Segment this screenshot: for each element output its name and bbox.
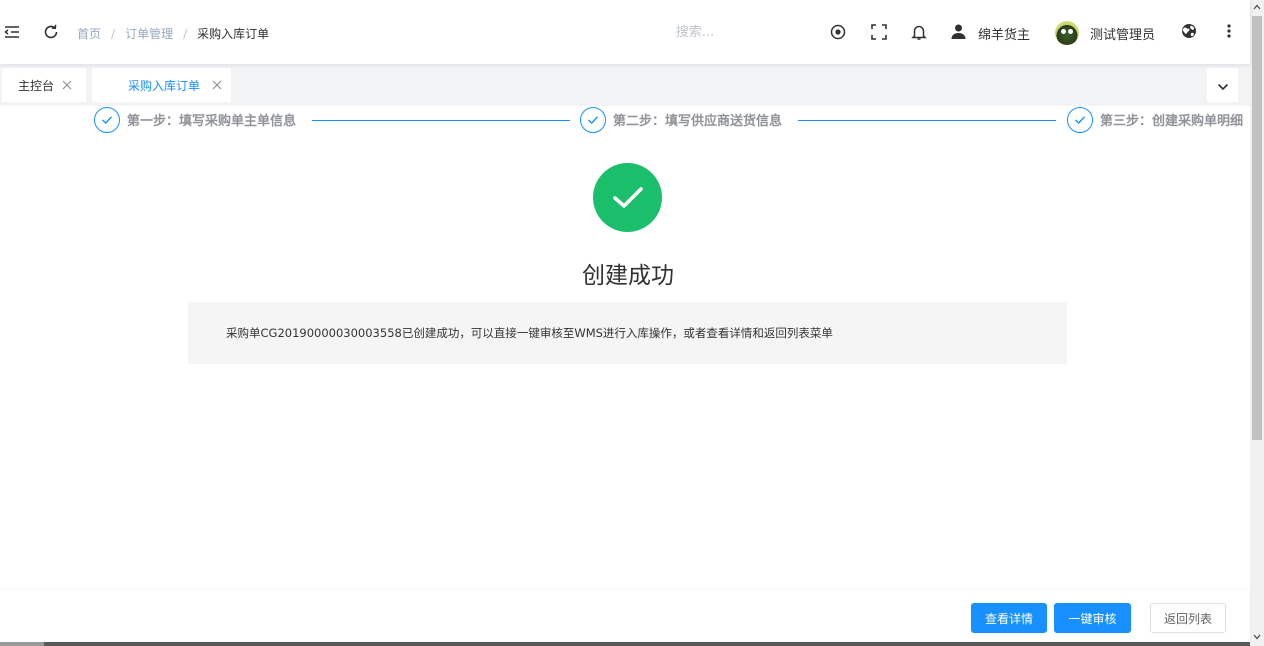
step-1-title: 第一步：填写采购单主单信息	[127, 114, 297, 129]
breadcrumb: 首页 / 订单管理 / 采购入库订单	[77, 25, 269, 42]
chevron-up-icon[interactable]	[1250, 0, 1264, 14]
result-message-box: 采购单CG2019000003000355​8已创建成功，可以直接一键审核至WM…	[188, 302, 1067, 364]
menu-fold-icon[interactable]	[4, 24, 20, 40]
more-vertical-icon[interactable]	[1222, 22, 1236, 40]
breadcrumb-current: 采购入库订单	[197, 27, 270, 41]
chevron-down-icon	[1217, 76, 1229, 95]
breadcrumb-home[interactable]: 首页	[77, 25, 101, 42]
result-message: 采购单CG2019000003000355​8已创建成功，可以直接一键审核至WM…	[226, 326, 833, 340]
breadcrumb-order-management[interactable]: 订单管理	[125, 25, 173, 42]
tab-purchase-order[interactable]: 采购入库订单	[92, 68, 231, 102]
result-title: 创建成功	[582, 263, 674, 289]
step-connector	[798, 120, 1056, 121]
bell-icon[interactable]	[910, 23, 928, 41]
globe-icon[interactable]	[1180, 22, 1198, 40]
one-click-audit-button[interactable]: 一键审核	[1054, 603, 1131, 633]
step-1-check-icon	[94, 107, 120, 133]
step-2-title: 第二步：填写供应商送货信息	[613, 114, 783, 129]
step-2-check-icon	[580, 107, 606, 133]
tags-dropdown-button[interactable]	[1207, 68, 1238, 102]
admin-name[interactable]: 测试管理员	[1090, 24, 1155, 43]
tab-home-label: 主控台	[18, 78, 55, 93]
footer-bar: 查看详情 一键审核 返回列表	[0, 590, 1250, 642]
refresh-icon[interactable]	[42, 23, 60, 41]
close-icon[interactable]	[212, 80, 222, 90]
close-icon[interactable]	[62, 80, 72, 90]
chevron-down-icon[interactable]	[1250, 630, 1264, 644]
user-icon[interactable]	[950, 23, 967, 40]
steps: 第一步：填写采购单主单信息 第二步：填写供应商送货信息 第三步：创建采购单明细	[0, 106, 1250, 136]
tab-purchase-order-label: 采购入库订单	[128, 78, 201, 93]
search-input[interactable]	[640, 21, 750, 43]
bottom-strip	[0, 642, 1250, 646]
tags-bar: 主控台 采购入库订单	[0, 64, 1250, 106]
target-icon[interactable]	[829, 23, 847, 41]
tab-home[interactable]: 主控台	[2, 68, 86, 102]
avatar[interactable]	[1055, 21, 1079, 45]
main-content: 第一步：填写采购单主单信息 第二步：填写供应商送货信息 第三步：创建采购单明细 …	[0, 106, 1250, 590]
view-detail-button[interactable]: 查看详情	[971, 603, 1047, 633]
step-3-check-icon	[1067, 107, 1093, 133]
top-header: 首页 / 订单管理 / 采购入库订单 绵羊货主 测试管理员	[0, 0, 1250, 64]
owner-name[interactable]: 绵羊货主	[978, 24, 1030, 43]
step-3-title: 第三步：创建采购单明细	[1100, 114, 1244, 129]
back-to-list-button[interactable]: 返回列表	[1150, 603, 1226, 633]
step-connector	[312, 120, 570, 121]
fullscreen-icon[interactable]	[870, 23, 888, 41]
breadcrumb-separator: /	[111, 26, 116, 41]
success-check-icon	[593, 163, 662, 232]
scrollbar-thumb[interactable]	[1252, 16, 1262, 440]
breadcrumb-separator: /	[183, 26, 188, 41]
